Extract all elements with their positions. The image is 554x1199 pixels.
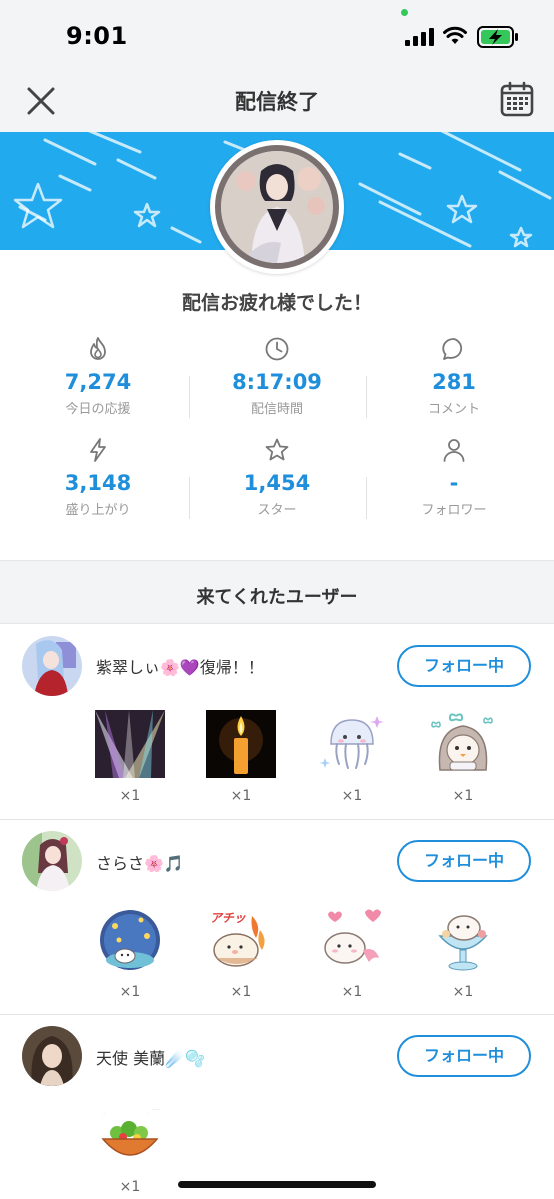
jellyfish-gift-icon xyxy=(319,716,384,769)
stat-label: コメント xyxy=(427,402,480,417)
stat-label: 盛り上がり xyxy=(65,503,131,518)
gift-item: ×1 xyxy=(95,710,165,804)
follow-button[interactable]: フォロー中 xyxy=(397,645,531,687)
stat-value: 281 xyxy=(432,370,476,394)
salad-bar-gift-icon: サラダバー xyxy=(97,1103,163,1156)
salad-bar-caption: サラダバー xyxy=(97,1103,162,1119)
gift-item: ×1 xyxy=(428,906,498,1000)
clock-icon xyxy=(265,337,289,361)
stat-excitement: 3,148 盛り上がり xyxy=(8,437,188,518)
parfait-cat-gift-icon xyxy=(438,915,488,971)
flame-icon xyxy=(90,337,106,360)
user-name[interactable]: さらさ🌸🎵 xyxy=(96,850,184,874)
home-indicator[interactable] xyxy=(178,1181,376,1188)
streamer-avatar xyxy=(210,140,344,274)
cellular-signal-icon xyxy=(405,28,434,46)
gift-count: ×1 xyxy=(230,788,252,804)
privacy-indicator-dot xyxy=(401,9,408,16)
battery-charging-icon xyxy=(477,26,518,48)
avatar[interactable] xyxy=(22,1026,82,1086)
visitor-row: 紫翠しぃ🌸💜復帰！！ フォロー中 ×1 ×1 ×1 ×1 xyxy=(0,624,554,819)
gift-count: ×1 xyxy=(119,788,141,804)
gift-count: ×1 xyxy=(341,984,363,1000)
hot-cat-caption: アチッ xyxy=(210,911,247,925)
follow-button[interactable]: フォロー中 xyxy=(397,1035,531,1077)
status-bar: 9:01 xyxy=(0,0,554,70)
stat-label: 今日の応援 xyxy=(65,402,131,417)
stat-followers: - フォロワー xyxy=(364,437,544,518)
candle-gift-icon xyxy=(206,710,276,778)
stat-stars: 1,454 スター xyxy=(187,437,367,518)
gift-item: ×1 xyxy=(317,710,387,804)
person-icon xyxy=(443,439,465,462)
gift-item: ×1 xyxy=(95,906,165,1000)
stat-value: - xyxy=(449,471,459,495)
stat-label: 配信時間 xyxy=(250,402,303,417)
stat-comments: 281 コメント xyxy=(364,336,544,417)
gift-item: ×1 xyxy=(206,710,276,804)
wifi-icon xyxy=(443,26,467,44)
lantern-cat-gift-icon xyxy=(100,910,160,970)
stat-label: スター xyxy=(257,503,297,518)
section-title: 来てくれたユーザー xyxy=(196,587,358,608)
stat-value: 7,274 xyxy=(64,370,132,394)
gift-count: ×1 xyxy=(341,788,363,804)
stat-cheers: 7,274 今日の応援 xyxy=(8,336,188,417)
gift-count: ×1 xyxy=(452,788,474,804)
user-name[interactable]: 天使 美蘭☄️🫧 xyxy=(96,1045,205,1069)
gift-count: ×1 xyxy=(119,1179,141,1195)
visitor-row: さらさ🌸🎵 フォロー中 ×1 アチッ ×1 ×1 ×1 xyxy=(0,820,554,1014)
gift-item: ×1 xyxy=(428,710,498,804)
penguin-hood-gift-icon xyxy=(431,713,493,771)
gift-item: ×1 xyxy=(317,906,387,1000)
status-time: 9:01 xyxy=(66,22,128,50)
stat-value: 8:17:09 xyxy=(232,370,322,394)
user-name[interactable]: 紫翠しぃ🌸💜復帰！！ xyxy=(96,654,264,678)
stat-label: フォロワー xyxy=(421,503,487,518)
stat-value: 1,454 xyxy=(243,471,311,495)
spotlight-gift-icon xyxy=(95,710,165,778)
avatar[interactable] xyxy=(22,831,82,891)
follow-button[interactable]: フォロー中 xyxy=(397,840,531,882)
hot-cat-gift-icon: アチッ xyxy=(210,911,265,967)
nav-header: 配信終了 xyxy=(0,70,554,132)
gift-count: ×1 xyxy=(119,984,141,1000)
greeting-text: 配信お疲れ様でした！ xyxy=(181,292,372,314)
page-title: 配信終了 xyxy=(235,90,319,114)
mermaid-cat-gift-icon xyxy=(324,909,381,964)
gift-count: ×1 xyxy=(452,984,474,1000)
stat-value: 3,148 xyxy=(64,471,132,495)
avatar[interactable] xyxy=(22,636,82,696)
visitor-row: 天使 美蘭☄️🫧 フォロー中 サラダバー ×1 xyxy=(0,1015,554,1199)
gift-item: サラダバー ×1 xyxy=(95,1101,165,1195)
stat-duration: 8:17:09 配信時間 xyxy=(187,336,367,417)
gift-item: アチッ ×1 xyxy=(206,906,276,1000)
visitors-section-header: 来てくれたユーザー xyxy=(0,560,554,624)
star-icon xyxy=(265,438,289,461)
calendar-icon[interactable] xyxy=(500,81,534,117)
gift-count: ×1 xyxy=(230,984,252,1000)
comment-icon xyxy=(442,338,463,360)
lightning-icon xyxy=(90,438,106,462)
